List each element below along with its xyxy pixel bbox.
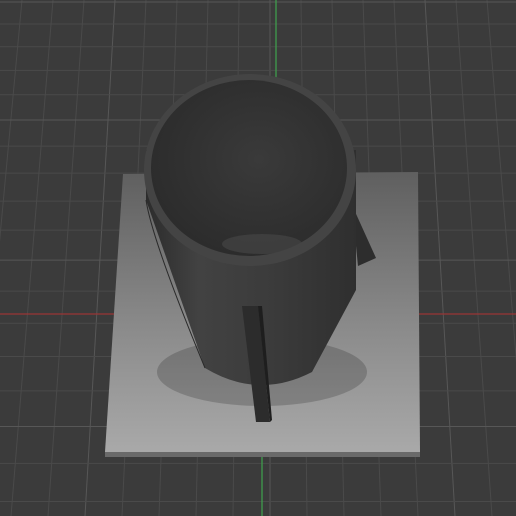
viewport-scene[interactable]	[0, 0, 516, 516]
grid-line	[486, 0, 516, 363]
grid-line	[424, 0, 456, 516]
cylinder-rim[interactable]	[144, 74, 356, 266]
3d-viewport[interactable]	[0, 0, 516, 516]
grid-line	[10, 0, 54, 516]
grid-line	[455, 0, 493, 516]
grid-line	[0, 0, 23, 242]
grid-line	[47, 0, 85, 516]
